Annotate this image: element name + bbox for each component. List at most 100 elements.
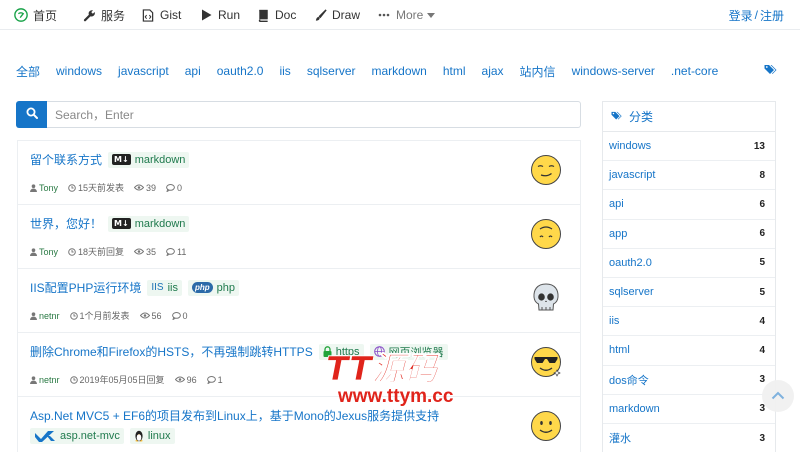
tags-icon[interactable] xyxy=(764,64,778,78)
post-tag[interactable]: asp.net-mvc xyxy=(30,428,124,444)
category-count: 5 xyxy=(759,286,765,298)
category-count: 4 xyxy=(759,344,765,356)
post-title-link[interactable]: 世界，您好！ xyxy=(30,215,102,232)
category-item[interactable]: api 6 xyxy=(603,190,775,220)
post-author[interactable]: Tony xyxy=(30,183,58,193)
clock-icon xyxy=(68,183,76,192)
post-tag[interactable]: php php xyxy=(187,279,240,296)
category-name: windows xyxy=(609,140,652,153)
nav-home[interactable]: 首页 xyxy=(14,0,57,30)
post-tag[interactable]: linux xyxy=(129,428,175,444)
post-title-row: 留个联系方式 M↓ markdown xyxy=(30,151,520,168)
site-watermark: TT源码 www.ttym.cc xyxy=(326,349,454,406)
list-item: 留个联系方式 M↓ markdown Tony 15天前发表 39 0 xyxy=(18,141,580,205)
avatar[interactable] xyxy=(530,282,562,314)
post-views: 56 xyxy=(139,311,162,321)
wrench-icon xyxy=(82,8,96,22)
category-name: html xyxy=(609,344,630,357)
post-tag[interactable]: M↓ markdown xyxy=(108,215,190,232)
category-count: 3 xyxy=(759,432,765,444)
category-item[interactable]: markdown 3 xyxy=(603,395,775,424)
tag-link-oauth[interactable]: oauth2.0 xyxy=(217,64,264,78)
tag-link-ajax[interactable]: ajax xyxy=(482,64,504,78)
category-count: 4 xyxy=(759,315,765,327)
tag-link-all[interactable]: 全部 xyxy=(16,63,40,80)
tag-link-net-core[interactable]: .net-core xyxy=(671,64,718,78)
sidebar-title: 分类 xyxy=(629,110,654,124)
category-item[interactable]: iis 4 xyxy=(603,307,775,337)
post-tag-label: iis xyxy=(167,281,178,294)
search-icon xyxy=(26,107,38,122)
post-author[interactable]: netnr xyxy=(30,375,60,385)
visual-studio-icon xyxy=(34,430,56,442)
category-count: 6 xyxy=(759,228,765,240)
nav-home-label: 首页 xyxy=(33,8,58,23)
post-title-link[interactable]: Asp.Net MVC5 + EF6的项目发布到Linux上，基于Mono的Je… xyxy=(30,407,439,424)
post-author[interactable]: netnr xyxy=(30,311,60,321)
tag-link-html[interactable]: html xyxy=(443,64,466,78)
register-link[interactable]: 注册 xyxy=(760,7,784,24)
avatar[interactable] xyxy=(530,154,562,186)
post-tag[interactable]: IIS iis xyxy=(147,279,182,296)
nav-gist[interactable]: Gist xyxy=(141,0,181,30)
category-name: javascript xyxy=(609,169,656,182)
login-link[interactable]: 登录 xyxy=(729,7,753,24)
category-count: 13 xyxy=(753,140,765,152)
tag-link-api[interactable]: api xyxy=(185,64,201,78)
category-item[interactable]: oauth2.0 5 xyxy=(603,249,775,278)
clock-icon xyxy=(68,247,76,256)
category-item[interactable]: html 4 xyxy=(603,336,775,366)
category-count: 6 xyxy=(759,198,765,210)
nav-more-dropdown[interactable]: More xyxy=(377,0,436,30)
post-author[interactable]: Tony xyxy=(30,247,58,257)
nav-services[interactable]: 服务 xyxy=(82,0,125,30)
post-meta: Tony 15天前发表 39 0 xyxy=(30,181,192,194)
category-item[interactable]: dos命令 3 xyxy=(603,366,775,395)
tag-link-iis[interactable]: iis xyxy=(279,64,290,78)
category-item[interactable]: sqlserver 5 xyxy=(603,278,775,308)
post-title-link[interactable]: 删除Chrome和Firefox的HSTS，不再强制跳转HTTPS xyxy=(30,343,313,360)
nav-doc[interactable]: Doc xyxy=(256,0,296,30)
tag-link-javascript[interactable]: javascript xyxy=(118,64,169,78)
avatar[interactable] xyxy=(530,346,562,378)
post-comments-count: 11 xyxy=(177,246,187,257)
category-count: 5 xyxy=(759,257,765,269)
user-icon xyxy=(30,183,37,192)
list-item: 世界，您好！ M↓ markdown Tony 18天前回复 35 11 xyxy=(18,205,580,269)
chevron-up-icon xyxy=(771,389,785,403)
category-item[interactable]: javascript 8 xyxy=(603,161,775,191)
category-item[interactable]: 灌水 3 xyxy=(603,424,775,452)
nav-run[interactable]: Run xyxy=(199,0,240,30)
search-input[interactable] xyxy=(47,101,581,128)
avatar[interactable] xyxy=(530,410,562,442)
post-meta: Tony 18天前回复 35 11 xyxy=(30,245,196,258)
category-item[interactable]: app 6 xyxy=(603,220,775,249)
code-file-icon xyxy=(141,8,155,22)
ellipsis-icon xyxy=(377,8,391,22)
post-views: 39 xyxy=(134,183,156,193)
back-to-top-button[interactable] xyxy=(762,380,794,412)
clock-icon xyxy=(69,375,78,384)
post-title-row: 世界，您好！ M↓ markdown xyxy=(30,215,520,232)
tag-link-messages[interactable]: 站内信 xyxy=(520,63,556,80)
nav-draw[interactable]: Draw xyxy=(313,0,360,30)
category-item[interactable]: windows 13 xyxy=(603,132,775,162)
post-tag[interactable]: M↓ markdown xyxy=(108,151,190,168)
avatar[interactable] xyxy=(530,218,562,250)
post-title-link[interactable]: IIS配置PHP运行环境 xyxy=(30,279,141,296)
tag-link-windows-server[interactable]: windows-server xyxy=(572,64,655,78)
post-comments: 0 xyxy=(171,311,188,321)
search-button[interactable] xyxy=(16,101,47,128)
eye-icon xyxy=(174,376,185,383)
category-count: 3 xyxy=(759,374,765,386)
tag-link-sqlserver[interactable]: sqlserver xyxy=(307,64,356,78)
post-tag-label: markdown xyxy=(134,153,186,166)
post-tag-label: php xyxy=(216,281,236,294)
category-name: 灌水 xyxy=(609,433,631,446)
tag-link-markdown[interactable]: markdown xyxy=(372,64,427,78)
post-title-row: Asp.Net MVC5 + EF6的项目发布到Linux上，基于Mono的Je… xyxy=(30,407,530,444)
tag-link-windows[interactable]: windows xyxy=(56,64,102,78)
post-meta: netnr 2019年05月05日回复 96 1 xyxy=(30,373,233,386)
post-title-link[interactable]: 留个联系方式 xyxy=(30,151,102,168)
markdown-icon: M↓ xyxy=(112,218,131,229)
